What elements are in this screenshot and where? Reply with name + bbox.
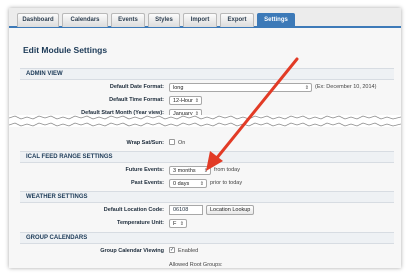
annotation-arrow-icon: [206, 57, 299, 171]
app-screenshot: Dashboard Calendars Events Styles Import…: [9, 8, 401, 268]
